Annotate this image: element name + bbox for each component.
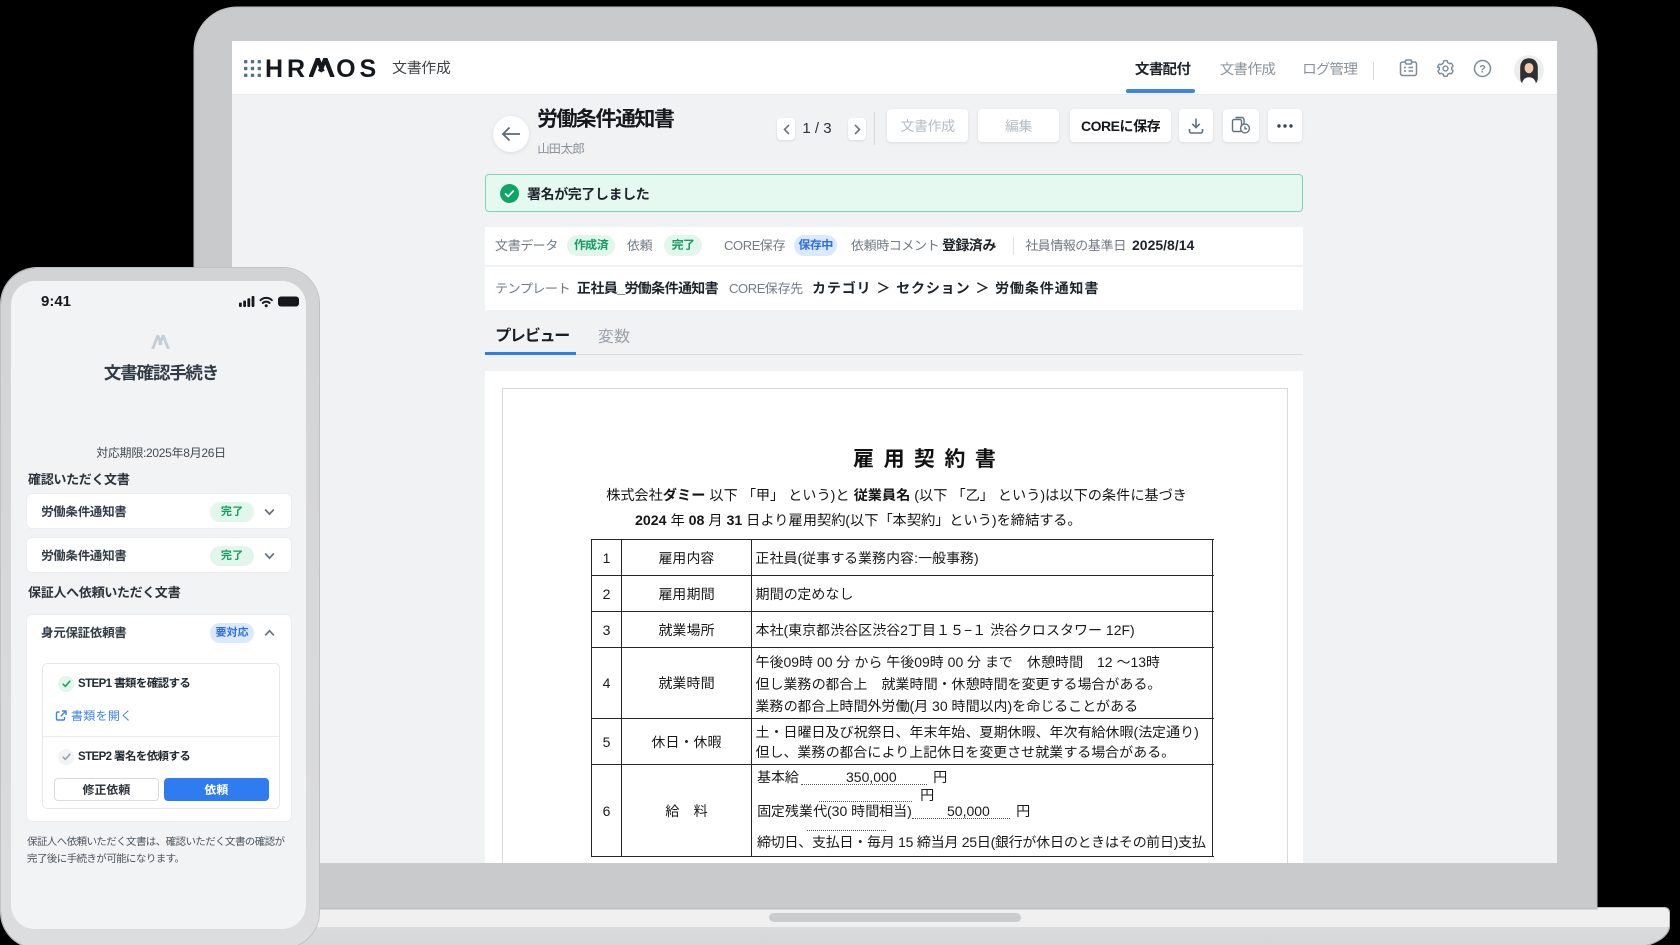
svg-text:?: ? bbox=[1479, 64, 1486, 76]
